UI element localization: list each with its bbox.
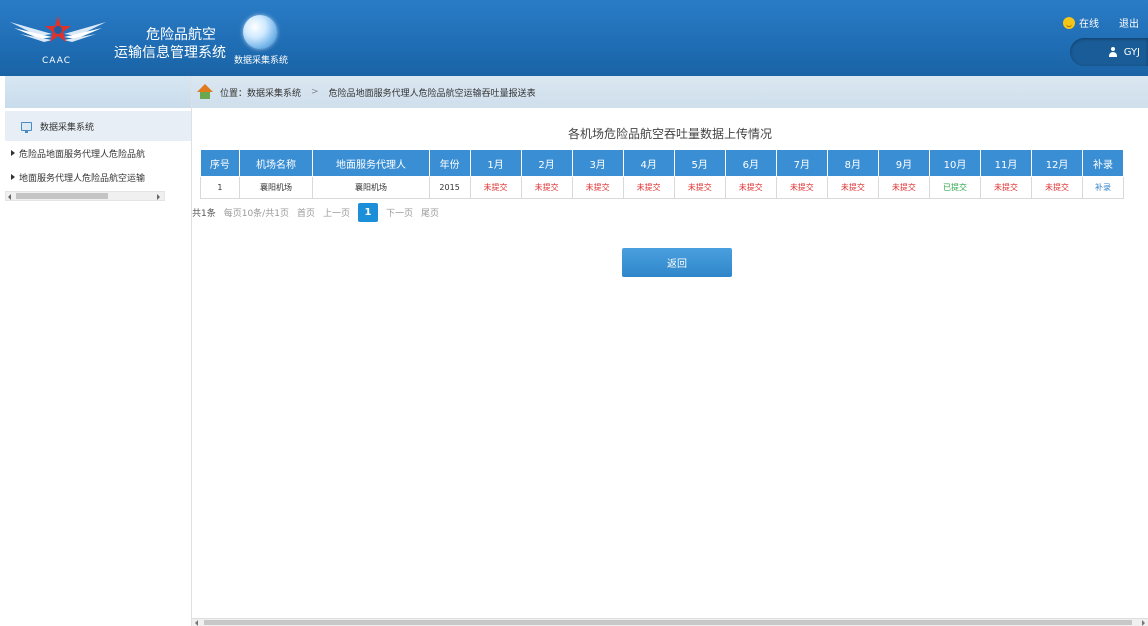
table-row: 1 襄阳机场 襄阳机场 2015 未提交 未提交 未提交 未提交 未提交 未提交…: [200, 176, 1124, 199]
caret-right-icon: [11, 150, 15, 156]
table-title: 各机场危险品航空吞吐量数据上传情况: [567, 127, 772, 141]
breadcrumb-prefix[interactable]: 位置：数据采集系统: [220, 86, 301, 99]
month-status-jun: 未提交: [724, 176, 777, 199]
sidebar-item-ground-agent-handling[interactable]: 危险品地面服务代理人危险品航: [5, 141, 191, 165]
wings-icon: [10, 16, 106, 42]
month-status-apr: 未提交: [622, 176, 675, 199]
column-header: 序号: [200, 149, 240, 177]
online-label: 在线: [1079, 19, 1099, 30]
sidebar-top-bar: [5, 76, 191, 108]
airport-name: 襄阳机场: [238, 176, 314, 199]
pager-last-button[interactable]: 尾页: [421, 206, 439, 219]
column-header: 7月: [775, 149, 828, 177]
logo-text: CAAC: [42, 56, 71, 66]
column-header: 3月: [571, 149, 624, 177]
month-status-feb: 未提交: [520, 176, 573, 199]
caac-logo: CAAC: [8, 6, 108, 70]
ground-agent: 襄阳机场: [312, 176, 430, 199]
scroll-left-icon[interactable]: [195, 620, 198, 626]
pager-next-button[interactable]: 下一页: [386, 206, 413, 219]
column-header: 8月: [826, 149, 879, 177]
sidebar-item-ground-agent-transport[interactable]: 地面服务代理人危险品航空运输: [5, 165, 191, 189]
month-status-oct: 已提交: [928, 176, 981, 199]
pager-current-page[interactable]: 1: [357, 203, 378, 222]
pagination: 共1条 每页10条/共1页 首页 上一页 1 下一页 尾页: [192, 203, 439, 222]
scroll-right-icon[interactable]: [1142, 620, 1145, 626]
scroll-left-icon[interactable]: [8, 194, 11, 200]
smile-icon: [1063, 16, 1075, 29]
home-icon[interactable]: [196, 84, 214, 100]
sidebar-item-label: 地面服务代理人危险品航空运输: [19, 173, 146, 184]
user-icon: [1108, 47, 1118, 57]
column-header: 5月: [673, 149, 726, 177]
sidebar: 数据采集系统 危险品地面服务代理人危险品航 地面服务代理人危险品航空运输: [5, 76, 192, 626]
upload-status-table: 序号 机场名称 地面服务代理人 年份 1月 2月 3月 4月 5月 6月 7月 …: [200, 149, 1124, 199]
logout-link[interactable]: 退出: [1119, 15, 1139, 30]
sidebar-scrollbar[interactable]: [5, 191, 165, 201]
column-header: 年份: [428, 149, 471, 177]
online-status: 在线: [1063, 15, 1099, 30]
module-name[interactable]: 数据采集系统: [234, 53, 288, 66]
app-header: CAAC 危险品航空 运输信息管理系统 数据采集系统 在线 退出 GYJ: [0, 0, 1148, 76]
scroll-right-icon[interactable]: [157, 194, 160, 200]
breadcrumb-separator: >: [311, 87, 319, 97]
main-content: 各机场危险品航空吞吐量数据上传情况 序号 机场名称 地面服务代理人 年份 1月 …: [192, 108, 1148, 618]
column-header: 机场名称: [238, 149, 314, 177]
system-title-line2: 运输信息管理系统: [114, 45, 226, 61]
month-status-dec: 未提交: [1031, 176, 1084, 199]
month-status-mar: 未提交: [571, 176, 624, 199]
system-title-line1: 危险品航空: [146, 27, 216, 43]
monitor-icon: [21, 121, 32, 133]
column-header: 补录: [1082, 149, 1124, 177]
globe-icon[interactable]: [243, 15, 277, 49]
column-header: 10月: [928, 149, 981, 177]
pager-first-button[interactable]: 首页: [297, 206, 315, 219]
column-header: 11月: [979, 149, 1033, 177]
row-index: 1: [200, 176, 240, 199]
month-status-jan: 未提交: [469, 176, 522, 199]
column-header: 地面服务代理人: [312, 149, 430, 177]
table-header-row: 序号 机场名称 地面服务代理人 年份 1月 2月 3月 4月 5月 6月 7月 …: [200, 149, 1124, 177]
column-header: 1月: [469, 149, 522, 177]
username: GYJ: [1123, 46, 1140, 58]
user-badge[interactable]: GYJ: [1070, 38, 1148, 66]
month-status-aug: 未提交: [826, 176, 879, 199]
column-header: 9月: [877, 149, 930, 177]
column-header: 6月: [724, 149, 777, 177]
month-status-jul: 未提交: [775, 176, 828, 199]
pager-total: 共1条: [192, 209, 216, 219]
caret-right-icon: [11, 174, 15, 180]
back-button[interactable]: 返回: [622, 248, 732, 277]
column-header: 2月: [520, 149, 573, 177]
horizontal-scrollbar[interactable]: [192, 618, 1148, 626]
month-status-may: 未提交: [673, 176, 726, 199]
sidebar-item-label: 危险品地面服务代理人危险品航: [19, 149, 146, 160]
breadcrumb-current: 危险品地面服务代理人危险品航空运输吞吐量报送表: [328, 88, 536, 99]
scrollbar-thumb[interactable]: [16, 193, 108, 199]
supplement-link[interactable]: 补录: [1082, 176, 1124, 199]
column-header: 12月: [1031, 149, 1084, 177]
scrollbar-thumb[interactable]: [204, 620, 1132, 625]
breadcrumb: 位置：数据采集系统 > 危险品地面服务代理人危险品航空运输吞吐量报送表: [192, 76, 1148, 108]
pager-per-page: 每页10条/共1页: [223, 209, 289, 219]
month-status-nov: 未提交: [979, 176, 1033, 199]
year: 2015: [428, 176, 471, 199]
month-status-sep: 未提交: [877, 176, 930, 199]
column-header: 4月: [622, 149, 675, 177]
pager-prev-button[interactable]: 上一页: [323, 206, 350, 219]
sidebar-head-label: 数据采集系统: [40, 122, 95, 133]
sidebar-head[interactable]: 数据采集系统: [5, 111, 191, 141]
